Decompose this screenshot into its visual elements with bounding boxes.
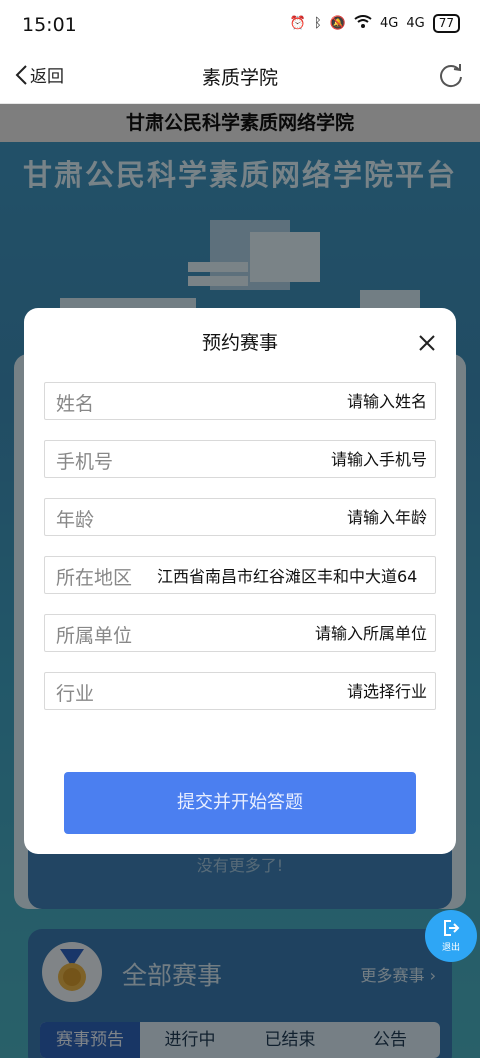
mute-icon: 🔕 — [329, 16, 346, 31]
industry-field: 行业 — [44, 672, 436, 710]
status-time: 15:01 — [22, 14, 77, 36]
unit-label: 所属单位 — [56, 625, 133, 647]
phone-field: 手机号 — [44, 440, 436, 478]
logout-icon — [444, 920, 460, 936]
signal-icon: 4G — [380, 16, 399, 31]
bluetooth-icon: ᛒ — [314, 16, 322, 31]
unit-input[interactable] — [157, 615, 427, 651]
alarm-icon: ⏰ — [289, 16, 306, 31]
name-field: 姓名 — [44, 382, 436, 420]
nav-bar: 返回 素质学院 — [0, 48, 480, 104]
age-input[interactable] — [157, 499, 427, 535]
page-title: 素质学院 — [201, 67, 278, 89]
unit-field: 所属单位 — [44, 614, 436, 652]
region-field: 所在地区 — [44, 556, 436, 594]
region-label: 所在地区 — [56, 567, 133, 589]
battery-icon: 77 — [432, 14, 460, 33]
region-input[interactable] — [157, 557, 427, 593]
close-button[interactable] — [416, 332, 438, 354]
exit-button[interactable]: 退出 — [425, 910, 477, 962]
exit-label: 退出 — [441, 943, 460, 953]
name-label: 姓名 — [56, 393, 95, 415]
name-input[interactable] — [157, 383, 427, 419]
industry-select[interactable] — [157, 673, 427, 709]
status-bar: 15:01 ⏰ ᛒ 🔕 4G 4G 77 — [0, 0, 480, 48]
signal-icon-2: 4G — [406, 16, 425, 31]
industry-label: 行业 — [56, 683, 95, 705]
phone-label: 手机号 — [56, 451, 114, 473]
status-icons: ⏰ ᛒ 🔕 4G 4G 77 — [290, 14, 460, 33]
age-label: 年龄 — [56, 509, 95, 531]
submit-button[interactable]: 提交并开始答题 — [64, 772, 416, 834]
wifi-icon — [354, 14, 372, 33]
refresh-button[interactable] — [438, 62, 464, 92]
phone-input[interactable] — [157, 441, 427, 477]
modal-title: 预约赛事 — [201, 332, 278, 354]
close-icon — [419, 335, 435, 351]
age-field: 年龄 — [44, 498, 436, 536]
reservation-modal: 预约赛事 姓名 手机号 年龄 所在地区 所属单位 行业 提交并开始答题 — [24, 308, 456, 854]
refresh-icon — [440, 64, 462, 88]
